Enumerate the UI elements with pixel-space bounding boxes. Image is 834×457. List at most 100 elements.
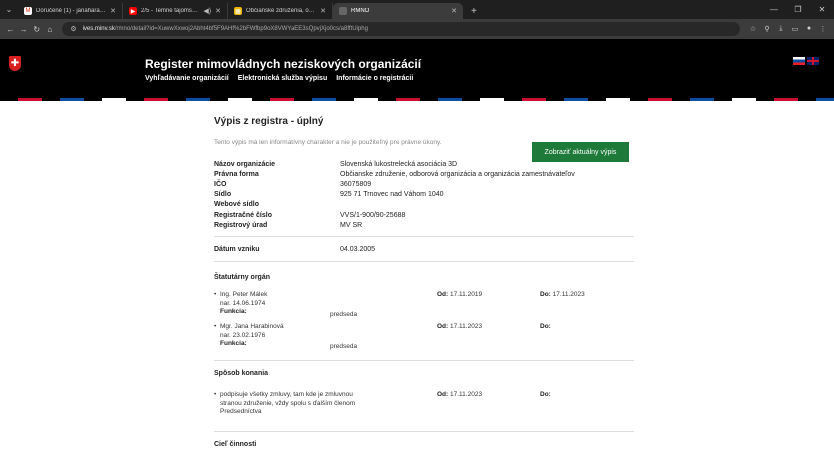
minimize-icon[interactable]: — [762,5,786,14]
browser-tab-rmno[interactable]: RMNO ✕ [333,3,463,19]
slov-lex-icon: ▦ [234,7,242,15]
conduct-line: stranou združenie, vždy spolu s ďalším č… [220,399,356,407]
conduct-item: • podpisuje všetky zmluvy, tam kde je zm… [214,391,356,417]
person-birth: nar. 14.06.1974 [220,299,266,307]
home-icon[interactable]: ⌂ [43,25,56,34]
tab-search-icon[interactable]: ⌄ [0,0,18,19]
browser-tab-slov[interactable]: ▦ Občianske združenia, odborové... ✕ [228,3,333,19]
field-label: Názov organizácie [214,161,276,168]
function-value: predseda [330,311,358,318]
statutory-person: • Mgr. Jana Harabinová nar. 23.02.1976 F… [214,323,357,350]
divider [214,431,634,432]
browser-tabstrip: ⌄ M Doručené (1) - janaharabinova... ✕ ▶… [0,0,834,19]
person-from: Od: 17.11.2023 [437,323,482,330]
bullet: • [214,291,217,298]
tab-close-icon[interactable]: ✕ [320,7,326,15]
page-title: Výpis z registra - úplný [214,116,324,127]
divider [214,360,634,361]
statutory-heading: Štatutárny orgán [214,274,271,281]
tab-title: 2/5 - Temné tajomstvá Vati... [141,8,200,14]
field-value: Občianske združenie, odborová organizáci… [340,171,575,178]
function-label: Funkcia: [220,340,247,347]
sidepanel-icon[interactable]: ▭ [788,25,802,33]
close-window-icon[interactable]: ✕ [810,5,834,14]
field-value: MV SR [340,222,363,229]
person-to: Do: [540,323,551,330]
od-label: Od: [437,291,449,298]
divider [214,261,634,262]
function-label: Funkcia: [220,308,247,315]
profile-icon[interactable]: ● [802,25,816,33]
do-value: 17.11.2023 [552,291,585,298]
divider [214,236,634,237]
bookmark-star-icon[interactable]: ☆ [746,25,760,33]
field-value: 36075809 [340,181,372,188]
person-name: Ing. Peter Málek [220,291,268,298]
person-from: Od: 17.11.2019 [437,291,482,298]
field-label: Registračné číslo [214,212,272,219]
field-value: 925 71 Trnovec nad Váhom 1040 [340,191,444,198]
new-tab-button[interactable]: + [463,3,485,19]
browser-tab-gmail[interactable]: M Doručené (1) - janaharabinova... ✕ [18,3,123,19]
slovak-flag-icon[interactable] [793,57,805,65]
statutory-person: • Ing. Peter Málek nar. 14.06.1974 Funkc… [214,291,357,318]
person-name: Mgr. Jana Harabinová [220,323,284,330]
function-value: predseda [330,343,358,350]
field-label: Webové sídlo [214,201,259,208]
do-label: Do: [540,391,551,398]
restore-icon[interactable]: ❐ [786,5,810,14]
url-path: /rmno/detail?id=XuwwXxwoj2Abht4bf5F9AHf%… [114,26,368,32]
forward-icon[interactable]: → [17,25,30,34]
do-label: Do: [540,291,551,298]
browser-toolbar: ← → ↻ ⌂ ⚙ ives.minv.sk /rmno/detail?id=X… [0,19,834,39]
goal-heading: Cieľ činnosti [214,441,257,448]
tab-close-icon[interactable]: ✕ [451,7,457,15]
od-value: 17.11.2019 [450,291,483,298]
conduct-to: Do: [540,391,551,398]
nav-electronic-service[interactable]: Elektronická služba výpisu [238,75,327,82]
tab-title: RMNO [351,8,370,14]
od-value: 17.11.2023 [450,323,483,330]
address-bar[interactable]: ⚙ ives.minv.sk /rmno/detail?id=XuwwXxwoj… [62,22,740,36]
language-switcher [793,57,819,65]
site-title: Register mimovládnych neziskových organi… [145,57,422,71]
field-value: Slovenská lukostrelecká asociácia 3D [340,161,458,168]
nav-search-organizations[interactable]: Vyhľadávanie organizácií [145,75,229,82]
browser-tab-youtube[interactable]: ▶ 2/5 - Temné tajomstvá Vati... ◀) ✕ [123,3,228,19]
site-nav: Vyhľadávanie organizácií Elektronická sl… [145,75,413,82]
menu-icon[interactable]: ⋮ [816,25,830,33]
founded-value: 04.03.2005 [340,246,376,253]
tab-mute-icon[interactable]: ◀) [203,7,211,15]
reload-icon[interactable]: ↻ [30,25,43,34]
bullet: • [214,391,217,398]
person-birth: nar. 23.02.1976 [220,331,266,339]
site-header: ✚ Register mimovládnych neziskových orga… [0,39,834,101]
youtube-icon: ▶ [129,7,137,15]
conduct-line: podpisuje všetky zmluvy, tam kde je zmlu… [220,391,353,398]
slovak-coat-of-arms-icon[interactable]: ✚ [9,56,21,71]
english-flag-icon[interactable] [807,57,819,65]
tab-close-icon[interactable]: ✕ [215,7,221,15]
field-label: IČO [214,181,227,188]
download-icon[interactable]: ⤓ [774,25,788,33]
od-value: 17.11.2023 [450,391,483,398]
tab-title: Doručené (1) - janaharabinova... [36,8,106,14]
site-info-icon[interactable]: ⚙ [70,25,76,33]
back-icon[interactable]: ← [4,25,17,34]
field-value: VVS/1-900/90-25688 [340,212,406,219]
tab-title: Občianske združenia, odborové... [246,8,316,14]
url-host: ives.minv.sk [82,26,115,32]
window-controls: — ❐ ✕ [762,0,834,19]
conduct-line: Predsedníctva [220,408,262,415]
nav-registration-info[interactable]: Informácie o registrácii [336,75,413,82]
tab-close-icon[interactable]: ✕ [110,7,116,15]
show-current-extract-button[interactable]: Zobraziť aktuálny výpis [532,142,629,162]
person-to: Do: 17.11.2023 [540,291,585,298]
od-label: Od: [437,323,449,330]
register-extract: Výpis z registra - úplný Zobraziť aktuál… [0,101,834,457]
extensions-icon[interactable]: ⚲ [760,25,774,33]
do-label: Do: [540,323,551,330]
field-label: Právna forma [214,171,259,178]
field-label: Registrový úrad [214,222,268,229]
field-label: Sídlo [214,191,232,198]
